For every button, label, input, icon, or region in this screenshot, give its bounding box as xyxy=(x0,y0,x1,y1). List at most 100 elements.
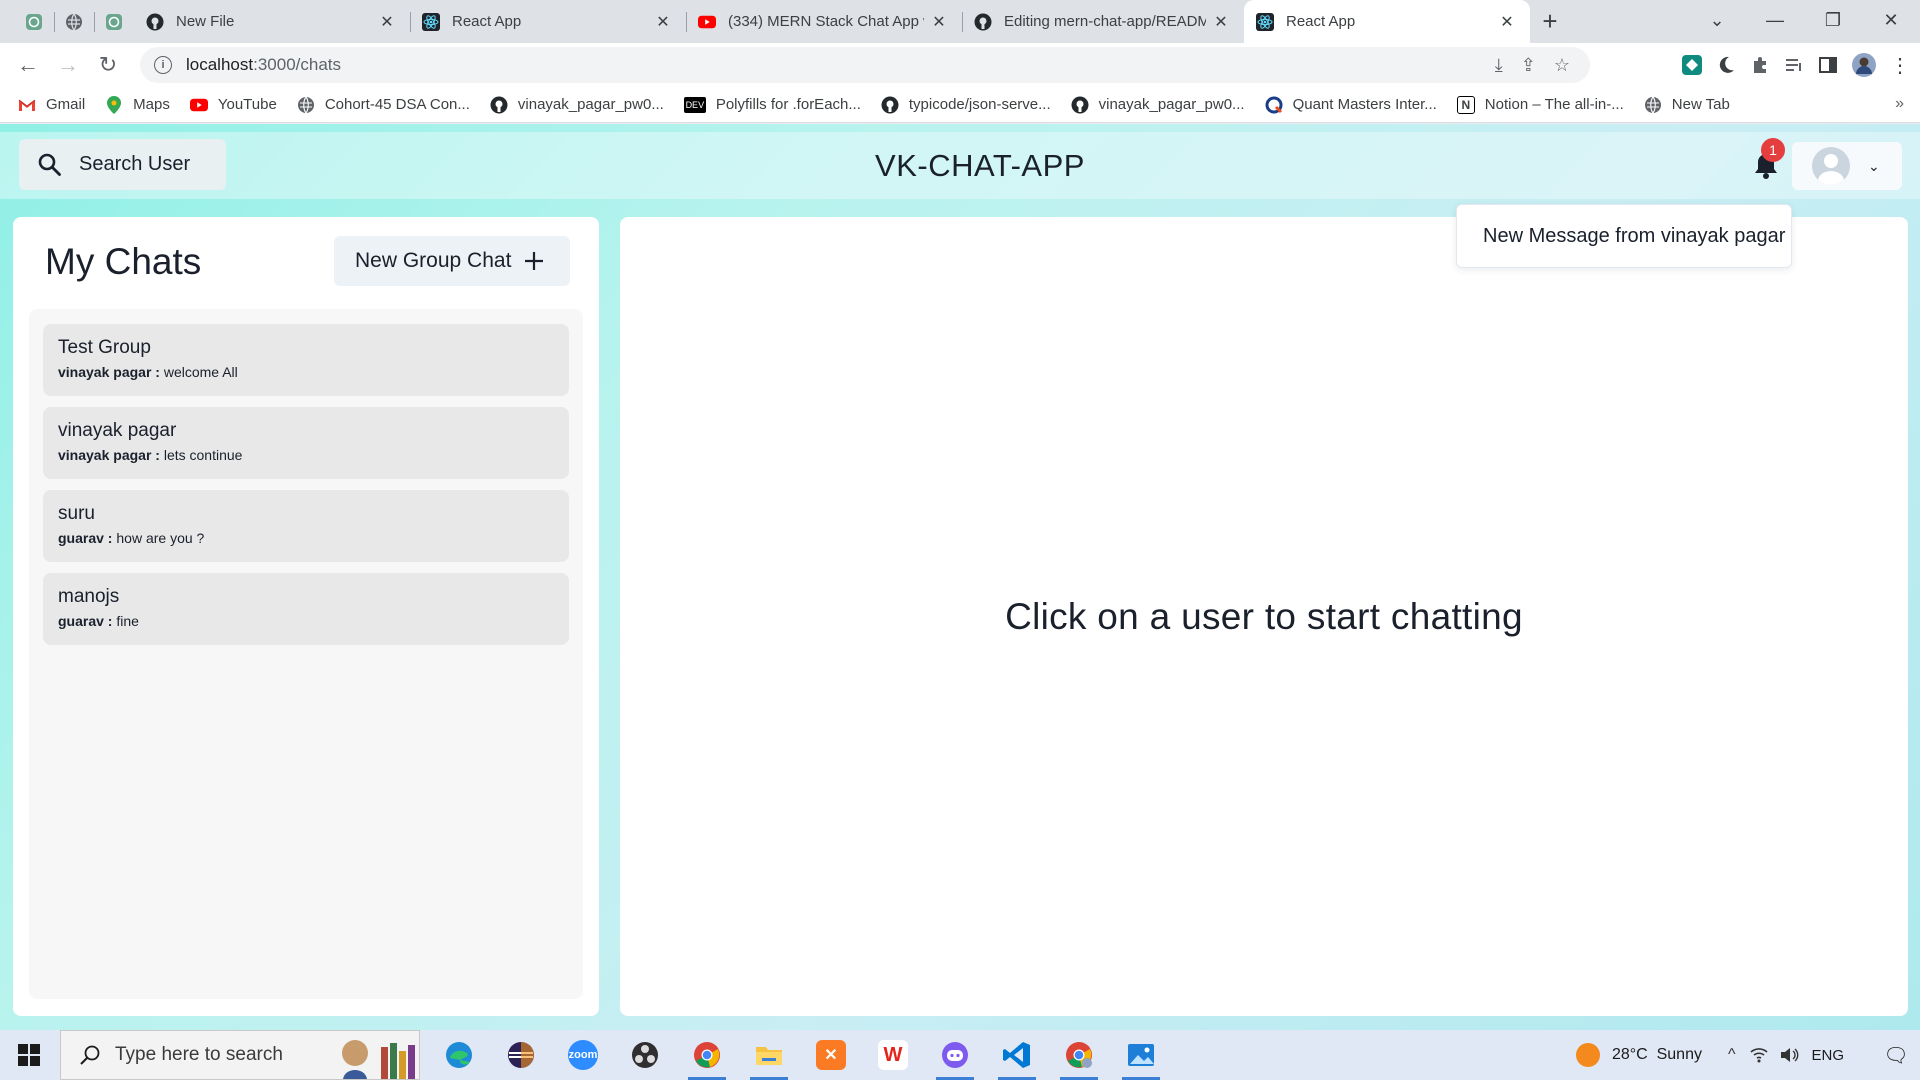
eclipse-icon xyxy=(508,1042,534,1068)
github-icon xyxy=(1071,96,1089,114)
install-app-icon[interactable]: ⤓ xyxy=(1495,55,1503,76)
tab-title: React App xyxy=(1286,13,1356,30)
chat-latest-message: guarav : how are you ? xyxy=(58,530,554,546)
close-tab-icon[interactable]: ✕ xyxy=(1498,12,1516,32)
tab-title: React App xyxy=(452,13,522,30)
close-tab-icon[interactable]: ✕ xyxy=(378,12,396,32)
chevron-down-icon: ⌄ xyxy=(1868,157,1880,174)
taskbar-app-xampp[interactable]: ✕ xyxy=(800,1030,862,1080)
close-tab-icon[interactable]: ✕ xyxy=(1212,12,1230,32)
close-tab-icon[interactable]: ✕ xyxy=(930,12,948,32)
reading-list-icon[interactable] xyxy=(1784,55,1804,75)
start-button[interactable] xyxy=(0,1030,58,1080)
pinned-tab-chatgpt-2[interactable] xyxy=(94,0,134,43)
action-center-icon[interactable]: 🗨 xyxy=(1872,1043,1920,1068)
chat-list: Test Group vinayak pagar : welcome All v… xyxy=(29,309,583,999)
pinned-tab-globe[interactable] xyxy=(54,0,94,43)
extensions-puzzle-icon[interactable] xyxy=(1750,55,1770,75)
tab-title: Editing mern-chat-app/READM xyxy=(1004,13,1206,30)
bookmark-github-1[interactable]: vinayak_pagar_pw0... xyxy=(490,96,664,114)
taskbar-app-vscode[interactable] xyxy=(986,1030,1048,1080)
taskbar-app-chrome-profile[interactable] xyxy=(1048,1030,1110,1080)
browser-tab[interactable]: (334) MERN Stack Chat App wi ✕ xyxy=(686,0,962,43)
more-bookmarks-icon[interactable]: » xyxy=(1895,95,1904,113)
bookmark-cohort[interactable]: Cohort-45 DSA Con... xyxy=(297,96,470,114)
my-chats-title: My Chats xyxy=(45,241,202,282)
omnibox-actions: ⤓ ⇪ ☆ xyxy=(1495,47,1570,83)
minimize-icon[interactable]: — xyxy=(1746,10,1804,31)
zoom-icon: zoom xyxy=(568,1040,598,1070)
chat-list-item[interactable]: vinayak pagar vinayak pagar : lets conti… xyxy=(43,407,569,479)
chrome-icon xyxy=(694,1042,720,1068)
taskbar-app-wps[interactable]: W xyxy=(862,1030,924,1080)
back-icon[interactable]: ← xyxy=(8,45,48,85)
chat-box: Click on a user to start chatting xyxy=(620,217,1908,1016)
taskbar-search-box[interactable]: Type here to search xyxy=(60,1030,420,1080)
taskbar-app-chrome[interactable] xyxy=(676,1030,738,1080)
chat-latest-message: guarav : fine xyxy=(58,613,554,629)
bookmark-label: Gmail xyxy=(46,96,86,113)
bookmark-new-tab[interactable]: New Tab xyxy=(1644,96,1730,114)
site-info-icon[interactable]: i xyxy=(154,56,172,74)
profile-avatar-icon[interactable] xyxy=(1852,53,1876,77)
system-tray: 28°C Sunny ^ ENG 🗨 xyxy=(1575,1030,1920,1080)
wps-icon: W xyxy=(878,1040,908,1070)
tab-search-icon[interactable]: ⌄ xyxy=(1688,10,1746,31)
react-icon xyxy=(1256,12,1274,31)
taskbar-app-edge[interactable] xyxy=(428,1030,490,1080)
network-icon[interactable] xyxy=(1749,1046,1769,1064)
chat-list-item[interactable]: manojs guarav : fine xyxy=(43,573,569,645)
bookmark-youtube[interactable]: YouTube xyxy=(189,96,277,114)
bookmark-dev[interactable]: DEV Polyfills for .forEach... xyxy=(683,96,861,113)
bookmark-github-3[interactable]: vinayak_pagar_pw0... xyxy=(1071,96,1245,114)
forward-icon[interactable]: → xyxy=(48,45,88,85)
bookmark-star-icon[interactable]: ☆ xyxy=(1554,55,1570,76)
my-chats-panel: My Chats New Group Chat Test Group vinay… xyxy=(13,217,599,1016)
weather-widget[interactable]: 28°C Sunny xyxy=(1575,1043,1702,1067)
new-group-chat-button[interactable]: New Group Chat xyxy=(334,236,570,286)
new-tab-button[interactable]: + xyxy=(1530,0,1570,43)
bookmark-gmail[interactable]: Gmail xyxy=(18,96,85,114)
share-icon[interactable]: ⇪ xyxy=(1521,55,1536,76)
taskbar-app-photos[interactable] xyxy=(1110,1030,1172,1080)
notion-icon: N xyxy=(1456,95,1475,114)
pinned-tab-chatgpt[interactable] xyxy=(14,0,54,43)
taskbar-app-obs[interactable] xyxy=(614,1030,676,1080)
notification-menu-item[interactable]: New Message from vinayak pagar xyxy=(1456,204,1792,268)
avatar xyxy=(1812,147,1850,185)
volume-icon[interactable] xyxy=(1779,1046,1799,1064)
browser-tab-strip: New File ✕ React App ✕ (334) MERN Stack … xyxy=(0,0,1920,43)
bookmark-label: typicode/json-serve... xyxy=(908,96,1051,113)
reload-icon[interactable]: ↻ xyxy=(88,45,128,85)
taskbar-app-discord[interactable] xyxy=(924,1030,986,1080)
chat-list-item[interactable]: suru guarav : how are you ? xyxy=(43,490,569,562)
chat-list-item[interactable]: Test Group vinayak pagar : welcome All xyxy=(43,324,569,396)
bookmark-quant[interactable]: Quant Masters Inter... xyxy=(1265,96,1437,114)
taskbar-app-eclipse[interactable] xyxy=(490,1030,552,1080)
dark-mode-icon[interactable] xyxy=(1716,55,1736,75)
bookmark-maps[interactable]: Maps xyxy=(105,95,170,114)
browser-tab[interactable]: New File ✕ xyxy=(134,0,410,43)
bookmark-github-2[interactable]: typicode/json-serve... xyxy=(881,96,1051,114)
url-text[interactable]: localhost:3000/chats xyxy=(186,55,341,75)
browser-tab-active[interactable]: React App ✕ xyxy=(1244,0,1530,43)
restore-icon[interactable]: ❐ xyxy=(1804,10,1862,31)
taskbar-app-file-explorer[interactable] xyxy=(738,1030,800,1080)
show-hidden-icons-icon[interactable]: ^ xyxy=(1728,1046,1736,1064)
close-tab-icon[interactable]: ✕ xyxy=(654,12,672,32)
side-panel-icon[interactable] xyxy=(1818,55,1838,75)
profile-menu-button[interactable]: ⌄ xyxy=(1792,142,1902,190)
browser-tab[interactable]: React App ✕ xyxy=(410,0,686,43)
browser-menu-icon[interactable]: ⋮ xyxy=(1890,53,1910,78)
bookmark-notion[interactable]: N Notion – The all-in-... xyxy=(1456,95,1624,114)
language-indicator[interactable]: ENG xyxy=(1811,1047,1844,1064)
github-icon xyxy=(490,96,508,114)
address-bar[interactable]: i localhost:3000/chats ⤓ ⇪ ☆ xyxy=(140,47,1590,83)
taskbar-app-zoom[interactable]: zoom xyxy=(552,1030,614,1080)
chat-placeholder-text: Click on a user to start chatting xyxy=(1005,595,1523,637)
discord-icon xyxy=(942,1042,968,1068)
extension-teal-icon[interactable] xyxy=(1682,55,1702,75)
browser-tab[interactable]: Editing mern-chat-app/READM ✕ xyxy=(962,0,1244,43)
browser-extensions: ⋮ xyxy=(1682,47,1910,83)
close-window-icon[interactable]: ✕ xyxy=(1862,10,1920,31)
